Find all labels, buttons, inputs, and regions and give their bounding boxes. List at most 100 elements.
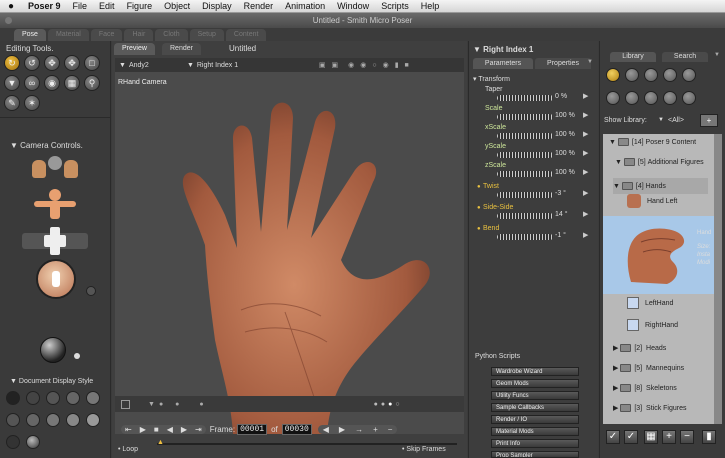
cameras-category-icon[interactable] <box>644 91 658 105</box>
tab-material[interactable]: Material <box>47 29 89 41</box>
script-button-material-mods[interactable]: Material Mods <box>491 427 579 436</box>
dot-icon[interactable]: ● <box>175 401 179 408</box>
background-toggle-icon[interactable]: ◉ <box>383 61 389 69</box>
expand-triangle-icon[interactable]: ▶ <box>613 384 618 392</box>
dual-view-icon[interactable]: ▣ <box>332 61 339 69</box>
param-dial[interactable] <box>497 133 553 139</box>
collapse-triangle-icon[interactable]: ▼ <box>10 141 18 150</box>
figure-select[interactable]: Andy2 <box>129 62 179 69</box>
tab-properties[interactable]: Properties <box>535 58 591 69</box>
display-style-lit-wire-icon[interactable] <box>86 391 100 405</box>
add-keyframe-button[interactable]: + <box>368 424 383 434</box>
library-item[interactable]: ▶ [8] Skeletons <box>613 384 714 392</box>
expressions-category-icon[interactable] <box>644 68 658 82</box>
light-display-icon[interactable]: ○ <box>372 62 376 69</box>
menu-file[interactable]: File <box>67 1 94 11</box>
tab-cloth[interactable]: Cloth <box>155 29 188 41</box>
window-close-button[interactable] <box>5 17 12 24</box>
param-dial[interactable] <box>497 95 553 101</box>
tab-parameters[interactable]: Parameters <box>473 58 533 69</box>
add-to-library-button[interactable]: + <box>662 430 676 444</box>
transform-group[interactable]: ▾ Transform <box>473 75 510 83</box>
skip-frames-option[interactable]: • Skip Frames <box>402 446 446 453</box>
display-style-shaded-icon[interactable] <box>66 413 80 427</box>
scenes-category-icon[interactable] <box>682 91 696 105</box>
add-library-button[interactable]: + <box>700 114 718 127</box>
show-library-select[interactable]: <All> <box>668 117 684 124</box>
trackball-control[interactable] <box>36 259 76 299</box>
dot-icon[interactable]: ● <box>159 401 163 408</box>
tab-library[interactable]: Library <box>610 52 656 62</box>
apple-menu[interactable]: ● <box>0 1 22 12</box>
param-dial[interactable] <box>497 192 553 198</box>
hand-model[interactable] <box>145 80 435 434</box>
dropdown-icon[interactable]: ▼ <box>148 401 155 408</box>
keyframe-next-button[interactable]: ▶ <box>333 424 351 434</box>
param-arrow-icon[interactable]: ▶ <box>583 210 588 218</box>
display-style-flat-shaded-icon[interactable] <box>6 413 20 427</box>
color-tool-icon[interactable]: ◉ <box>44 75 60 91</box>
remove-from-library-button[interactable]: − <box>680 430 694 444</box>
param-dial[interactable] <box>497 171 553 177</box>
display-dot-3-icon[interactable]: ● <box>388 401 392 408</box>
actor-select[interactable]: Right Index 1 <box>197 62 317 69</box>
timeline-marker-icon[interactable]: ▲ <box>157 439 164 446</box>
script-button-sample-callbacks[interactable]: Sample Callbacks <box>491 403 579 412</box>
param-dial[interactable] <box>497 234 553 240</box>
param-value[interactable]: 100 % <box>555 150 575 157</box>
expand-triangle-icon[interactable]: ▼ <box>609 139 616 146</box>
panel-menu-icon[interactable]: ▼ <box>714 52 720 58</box>
tab-search[interactable]: Search <box>662 52 708 62</box>
dot-icon[interactable]: ● <box>199 401 203 408</box>
display-style-wireframe-icon[interactable] <box>46 391 60 405</box>
display-dot-2-icon[interactable]: ● <box>381 401 385 408</box>
script-button-geom-mods[interactable]: Geom Mods <box>491 379 579 388</box>
remove-keyframe-button[interactable]: − <box>382 424 398 434</box>
current-frame-field[interactable]: 00001 <box>237 423 268 435</box>
expand-triangle-icon[interactable]: ▶ <box>613 344 618 352</box>
loop-option[interactable]: • Loop <box>118 446 138 453</box>
library-item[interactable]: ▼ [14] Poser 9 Content <box>609 138 714 146</box>
preview-display-icon[interactable]: ◉ <box>348 61 354 69</box>
param-arrow-icon[interactable]: ▶ <box>583 231 588 239</box>
tab-face[interactable]: Face <box>90 29 123 41</box>
props-category-icon[interactable] <box>606 91 620 105</box>
param-value[interactable]: -1 ° <box>555 232 566 239</box>
menu-edit[interactable]: Edit <box>93 1 121 11</box>
param-arrow-icon[interactable]: ▶ <box>583 92 588 100</box>
tab-pose[interactable]: Pose <box>14 29 46 41</box>
menu-object[interactable]: Object <box>158 1 196 11</box>
light-control-ball[interactable] <box>40 337 66 363</box>
expand-triangle-icon[interactable]: ▶ <box>613 404 618 412</box>
scale-tool-icon[interactable]: □ <box>84 55 100 71</box>
figures-category-icon[interactable] <box>606 68 620 82</box>
library-options-button[interactable]: ▮ <box>702 430 716 444</box>
grid-toggle-icon[interactable]: ■ <box>405 62 409 69</box>
to-start-button[interactable]: ⇤ <box>121 424 136 434</box>
translate-in-out-icon[interactable]: ✥ <box>64 55 80 71</box>
chain-break-icon[interactable]: ∞ <box>24 75 40 91</box>
display-style-cartoon-icon[interactable] <box>46 413 60 427</box>
display-style-outline-icon[interactable] <box>26 391 40 405</box>
menu-display[interactable]: Display <box>196 1 238 11</box>
actor-dropdown-icon[interactable]: ▼ <box>187 62 194 69</box>
menu-help[interactable]: Help <box>415 1 446 11</box>
camera-figure-icon[interactable] <box>28 189 82 219</box>
library-item[interactable]: LeftHand <box>627 297 714 309</box>
poses-category-icon[interactable] <box>625 68 639 82</box>
camera-plane-control[interactable] <box>22 227 88 255</box>
selected-preview[interactable]: Hand Size: Insta Modi <box>603 216 714 294</box>
param-arrow-icon[interactable]: ▶ <box>583 130 588 138</box>
grouping-tool-icon[interactable]: ▦ <box>64 75 80 91</box>
display-style-flat-lined-icon[interactable] <box>26 413 40 427</box>
script-button-print-info[interactable]: Print Info <box>491 439 579 448</box>
param-value[interactable]: 14 ° <box>555 211 568 218</box>
script-button-wardrobe-wizard[interactable]: Wardrobe Wizard <box>491 367 579 376</box>
preview-options-icon[interactable]: ◉ <box>360 61 366 69</box>
script-button-render-io[interactable]: Render / IO <box>491 415 579 424</box>
total-frames-field[interactable]: 00030 <box>281 423 312 435</box>
play-button[interactable]: ▶ <box>135 424 150 434</box>
param-arrow-icon[interactable]: ▶ <box>583 168 588 176</box>
param-value[interactable]: 0 % <box>555 93 567 100</box>
param-dial[interactable] <box>497 152 553 158</box>
